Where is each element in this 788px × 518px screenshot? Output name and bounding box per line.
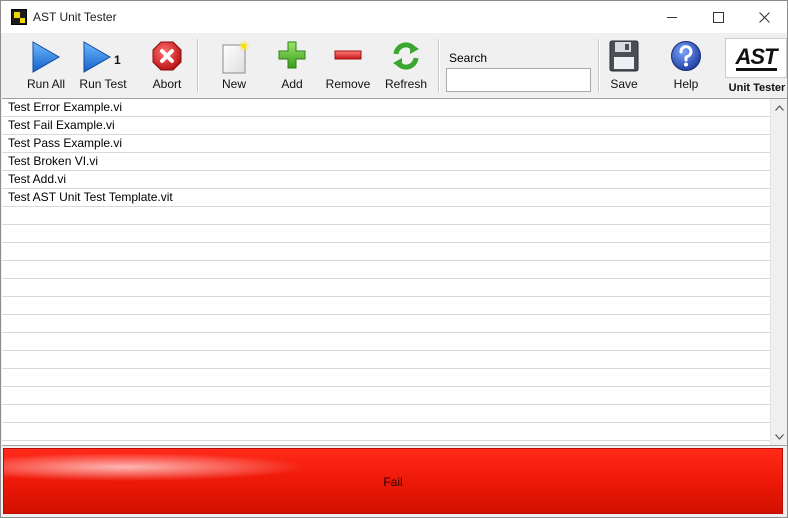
toolbar: Run All 1 Run Test Abort New Add Remove … (1, 33, 787, 97)
ast-logo: AST (725, 38, 787, 78)
refresh-icon (393, 42, 419, 70)
run-test-badge: 1 (114, 53, 121, 67)
play-one-icon: 1 (83, 41, 121, 73)
empty-list-row[interactable] (2, 243, 770, 261)
test-list-item[interactable]: Test Error Example.vi (2, 99, 770, 117)
title-bar: AST Unit Tester (1, 1, 787, 33)
play-icon (32, 41, 61, 73)
new-document-icon (222, 40, 250, 74)
empty-list-row[interactable] (2, 315, 770, 333)
test-list-item[interactable]: Test AST Unit Test Template.vit (2, 189, 770, 207)
abort-button[interactable]: Abort (143, 33, 191, 97)
abort-icon (152, 41, 182, 71)
add-button[interactable]: Add (269, 33, 315, 97)
toolbar-separator (598, 39, 600, 93)
remove-button[interactable]: Remove (321, 33, 375, 97)
logo-caption: Unit Tester (728, 82, 786, 94)
scroll-down-button[interactable] (771, 428, 787, 445)
save-label: Save (610, 77, 638, 91)
empty-list-row[interactable] (2, 387, 770, 405)
empty-list-row[interactable] (2, 207, 770, 225)
status-bar: Fail (3, 448, 783, 514)
new-label: New (221, 77, 246, 91)
refresh-label: Refresh (384, 77, 428, 91)
minimize-icon (667, 16, 677, 18)
minimize-button[interactable] (649, 1, 695, 33)
maximize-icon (712, 11, 724, 23)
maximize-button[interactable] (695, 1, 741, 33)
run-all-button[interactable]: Run All (21, 33, 71, 97)
status-text: Fail (383, 475, 403, 489)
run-test-button[interactable]: 1 Run Test (77, 33, 129, 97)
empty-list-row[interactable] (2, 423, 770, 441)
empty-list-row[interactable] (2, 261, 770, 279)
toolbar-separator (438, 39, 440, 93)
app-window: AST Unit Tester Run All 1 Run Test Abort… (0, 0, 788, 518)
test-list-rows: Test Error Example.vi Test Fail Example.v… (2, 99, 770, 441)
test-list-item[interactable]: Test Fail Example.vi (2, 117, 770, 135)
empty-list-row[interactable] (2, 351, 770, 369)
ast-logo-text: AST (735, 43, 778, 71)
test-list-item[interactable]: Test Add.vi (2, 171, 770, 189)
scroll-up-button[interactable] (771, 99, 787, 116)
close-button[interactable] (741, 1, 787, 33)
empty-list-row[interactable] (2, 369, 770, 387)
empty-list-row[interactable] (2, 225, 770, 243)
chevron-up-icon (775, 104, 784, 111)
close-icon (758, 11, 770, 23)
help-label: Help (673, 77, 699, 91)
empty-list-row[interactable] (2, 279, 770, 297)
empty-list-row[interactable] (2, 297, 770, 315)
run-all-label: Run All (26, 77, 66, 91)
labview-app-icon (11, 9, 27, 25)
plus-icon (278, 41, 306, 69)
new-button[interactable]: New (211, 33, 257, 97)
chevron-down-icon (775, 433, 784, 440)
add-label: Add (281, 77, 303, 91)
refresh-button[interactable]: Refresh (381, 33, 431, 97)
help-icon (671, 41, 701, 71)
test-list-item[interactable]: Test Broken VI.vi (2, 153, 770, 171)
help-button[interactable]: Help (663, 33, 709, 97)
minus-icon (334, 50, 362, 60)
remove-label: Remove (325, 77, 371, 91)
test-list[interactable]: Test Error Example.vi Test Fail Example.v… (2, 98, 787, 446)
window-title: AST Unit Tester (33, 10, 117, 24)
abort-label: Abort (152, 77, 182, 91)
vertical-scrollbar[interactable] (770, 99, 787, 445)
search-input[interactable] (446, 68, 591, 92)
empty-list-row[interactable] (2, 405, 770, 423)
floppy-disk-icon (609, 40, 639, 72)
test-list-item[interactable]: Test Pass Example.vi (2, 135, 770, 153)
toolbar-separator (197, 39, 199, 93)
search-label: Search (449, 51, 488, 65)
save-button[interactable]: Save (603, 33, 645, 97)
run-test-label: Run Test (79, 77, 127, 91)
empty-list-row[interactable] (2, 333, 770, 351)
